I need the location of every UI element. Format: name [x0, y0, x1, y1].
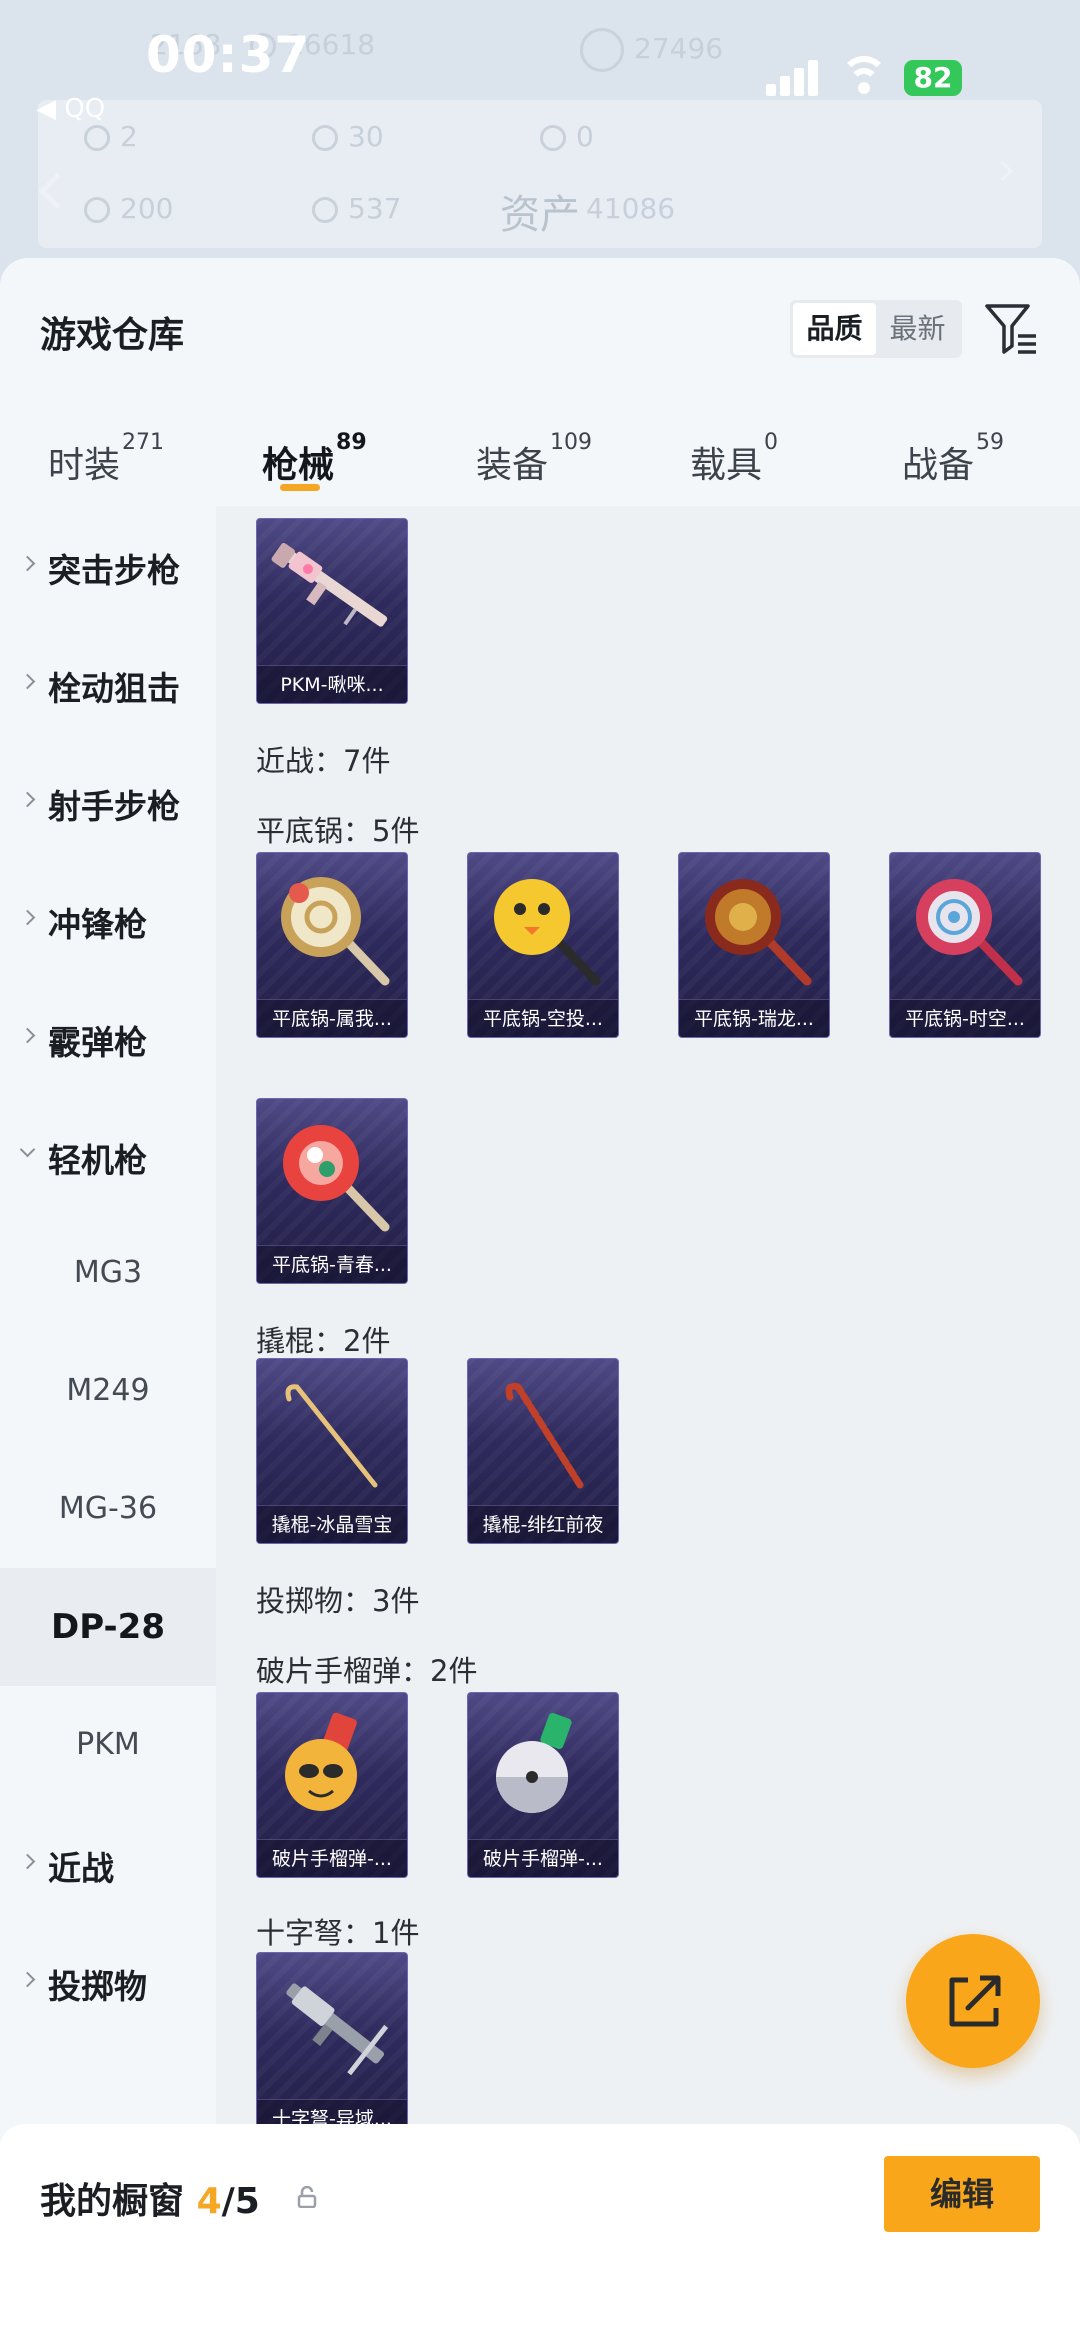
item-card[interactable]: 撬棍-绯红前夜 [467, 1358, 619, 1544]
status-time: 00:37 [146, 26, 311, 84]
crowbar-icon [505, 1382, 584, 1489]
machine-gun-icon [271, 542, 388, 627]
item-card[interactable]: 平底锅-空投... [467, 852, 619, 1038]
active-tab-indicator [280, 484, 320, 491]
sidebar-item-bolt-sniper[interactable]: 栓动狙击 [0, 624, 216, 742]
chevron-down-icon [19, 1141, 36, 1158]
chevron-right-icon [19, 791, 36, 808]
item-grid: PKM-啾咪... 近战：7件 平底锅：5件 平底锅-属我... 平底锅-空投.… [216, 506, 1080, 2347]
chevron-right-icon [19, 1853, 36, 1870]
sheet-title: 游戏仓库 [40, 315, 185, 356]
section-label-crowbar: 撬棍：2件 [256, 1324, 391, 1358]
sidebar-item-dmr[interactable]: 射手步枪 [0, 742, 216, 860]
bg-stat: 200 [84, 192, 173, 225]
item-name: 平底锅-青春... [257, 1245, 407, 1283]
item-name: 撬棍-冰晶雪宝 [257, 1505, 407, 1543]
sort-quality-button[interactable]: 品质 [793, 303, 876, 355]
sidebar-subitem-m249[interactable]: M249 [0, 1332, 216, 1450]
grenade-icon [496, 1712, 572, 1813]
item-name: 平底锅-空投... [468, 999, 618, 1037]
sidebar-item-melee[interactable]: 近战 [0, 1804, 216, 1922]
bg-assets-label: 资产 [500, 192, 580, 238]
grenade-icon [285, 1712, 357, 1811]
item-card[interactable]: 平底锅-时空... [889, 852, 1041, 1038]
item-card[interactable]: 破片手榴弹-... [467, 1692, 619, 1878]
crowbar-icon [285, 1384, 378, 1488]
item-card[interactable]: 平底锅-属我... [256, 852, 408, 1038]
chevron-right-icon [19, 909, 36, 926]
sidebar-item-smg[interactable]: 冲锋枪 [0, 860, 216, 978]
bg-assets-value: 41086 [586, 192, 676, 225]
frying-pan-icon [283, 1125, 390, 1232]
item-card[interactable]: 破片手榴弹-... [256, 1692, 408, 1878]
chevron-right-icon [19, 673, 36, 690]
sidebar-item-shotgun[interactable]: 霰弹枪 [0, 978, 216, 1096]
category-sidebar: 突击步枪 栓动狙击 射手步枪 冲锋枪 霰弹枪 轻机枪 MG3 M249 MG-3… [0, 506, 216, 2347]
sidebar-item-assault-rifle[interactable]: 突击步枪 [0, 506, 216, 624]
bg-stat: 30 [312, 120, 384, 153]
sidebar-item-throwables[interactable]: 投掷物 [0, 1922, 216, 2040]
item-name: 平底锅-瑞龙... [679, 999, 829, 1037]
showcase-total: 5 [234, 2181, 260, 2222]
bg-stat: 0 [540, 120, 594, 153]
item-name: 撬棍-绯红前夜 [468, 1505, 618, 1543]
lock-icon [296, 2185, 318, 2209]
wifi-icon [840, 56, 888, 96]
frying-pan-icon [705, 879, 812, 986]
item-card[interactable]: PKM-啾咪... [256, 518, 408, 704]
share-icon [949, 1975, 1001, 2027]
sort-toggle: 品质 最新 [790, 300, 962, 358]
sidebar-item-lmg[interactable]: 轻机枪 [0, 1096, 216, 1214]
section-label-throwables: 投掷物：3件 [256, 1584, 420, 1618]
chevron-right-icon [19, 555, 36, 572]
item-name: 破片手榴弹-... [468, 1839, 618, 1877]
item-name: 平底锅-时空... [890, 999, 1040, 1037]
item-name: PKM-啾咪... [257, 665, 407, 703]
sidebar-subitem-dp28[interactable]: DP-28 [0, 1568, 216, 1686]
frying-pan-icon [494, 879, 601, 986]
item-name: 破片手榴弹-... [257, 1839, 407, 1877]
section-label-frag-grenade: 破片手榴弹：2件 [256, 1654, 478, 1688]
sidebar-subitem-mg3[interactable]: MG3 [0, 1214, 216, 1332]
chevron-right-icon [19, 1027, 36, 1044]
cellular-signal-icon [766, 58, 824, 96]
section-label-pan: 平底锅：5件 [256, 814, 420, 848]
frying-pan-icon [281, 877, 390, 986]
battery-indicator: 82 [904, 60, 962, 96]
category-tabs: 时装271 枪械89 装备109 载具0 战备59 [0, 418, 1080, 506]
item-card[interactable]: 平底锅-瑞龙... [678, 852, 830, 1038]
showcase-count: 4 [196, 2181, 222, 2222]
crossbow-icon [286, 1983, 389, 2076]
back-to-app-link[interactable]: ◀ QQ [36, 94, 105, 124]
item-card[interactable]: 平底锅-青春... [256, 1098, 408, 1284]
edit-showcase-button[interactable]: 编辑 [884, 2156, 1040, 2232]
bg-stat: 537 [312, 192, 401, 225]
bg-stat: 2 [84, 120, 138, 153]
frying-pan-icon [916, 879, 1023, 986]
item-card[interactable]: 十字弩-异域... [256, 1952, 408, 2138]
showcase-bar: 我的橱窗 4/5 编辑 [0, 2124, 1080, 2347]
sidebar-subitem-pkm[interactable]: PKM [0, 1686, 216, 1804]
sidebar-subitem-mg36[interactable]: MG-36 [0, 1450, 216, 1568]
chevron-right-icon [19, 1971, 36, 1988]
share-button[interactable] [906, 1934, 1040, 2068]
section-label-melee: 近战：7件 [256, 744, 391, 778]
bg-stat: 27496 [580, 28, 723, 72]
showcase-title: 我的橱窗 4/5 [40, 2181, 260, 2222]
filter-icon[interactable] [984, 300, 1038, 358]
section-label-crossbow: 十字弩：1件 [256, 1916, 420, 1950]
item-name: 平底锅-属我... [257, 999, 407, 1037]
sort-newest-button[interactable]: 最新 [876, 303, 959, 355]
item-card[interactable]: 撬棍-冰晶雪宝 [256, 1358, 408, 1544]
